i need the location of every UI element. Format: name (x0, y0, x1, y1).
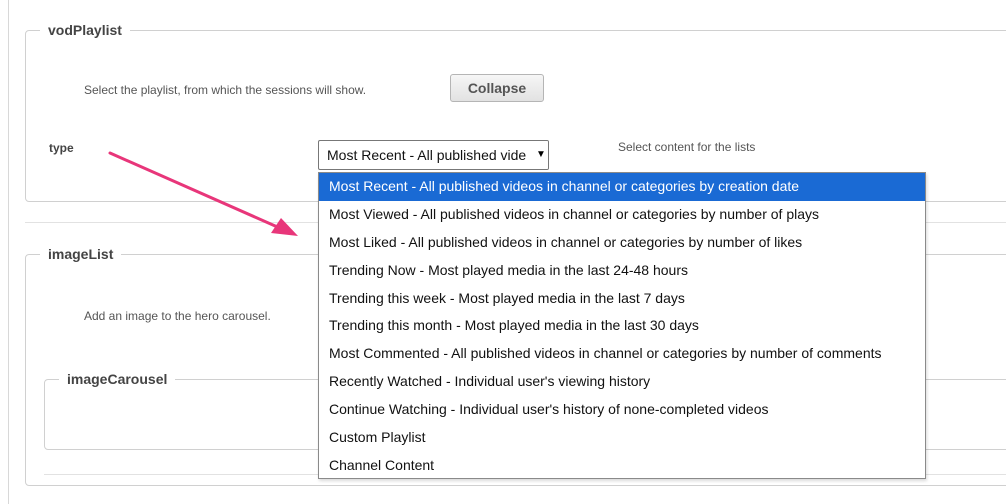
dropdown-option[interactable]: Most Commented - All published videos in… (319, 340, 925, 368)
dropdown-option[interactable]: Most Recent - All published videos in ch… (319, 173, 925, 201)
dropdown-option[interactable]: Recently Watched - Individual user's vie… (319, 368, 925, 396)
dropdown-option[interactable]: Most Viewed - All published videos in ch… (319, 201, 925, 229)
dropdown-option[interactable]: Continue Watching - Individual user's hi… (319, 396, 925, 424)
type-dropdown-list[interactable]: Most Recent - All published videos in ch… (318, 172, 926, 479)
dropdown-option[interactable]: Custom Playlist (319, 424, 925, 452)
dropdown-option[interactable]: Most Liked - All published videos in cha… (319, 229, 925, 257)
dropdown-option[interactable]: Trending this week - Most played media i… (319, 285, 925, 313)
dropdown-option[interactable]: Channel Content (319, 452, 925, 480)
dropdown-option[interactable]: Trending this month - Most played media … (319, 312, 925, 340)
dropdown-option[interactable]: Trending Now - Most played media in the … (319, 257, 925, 285)
